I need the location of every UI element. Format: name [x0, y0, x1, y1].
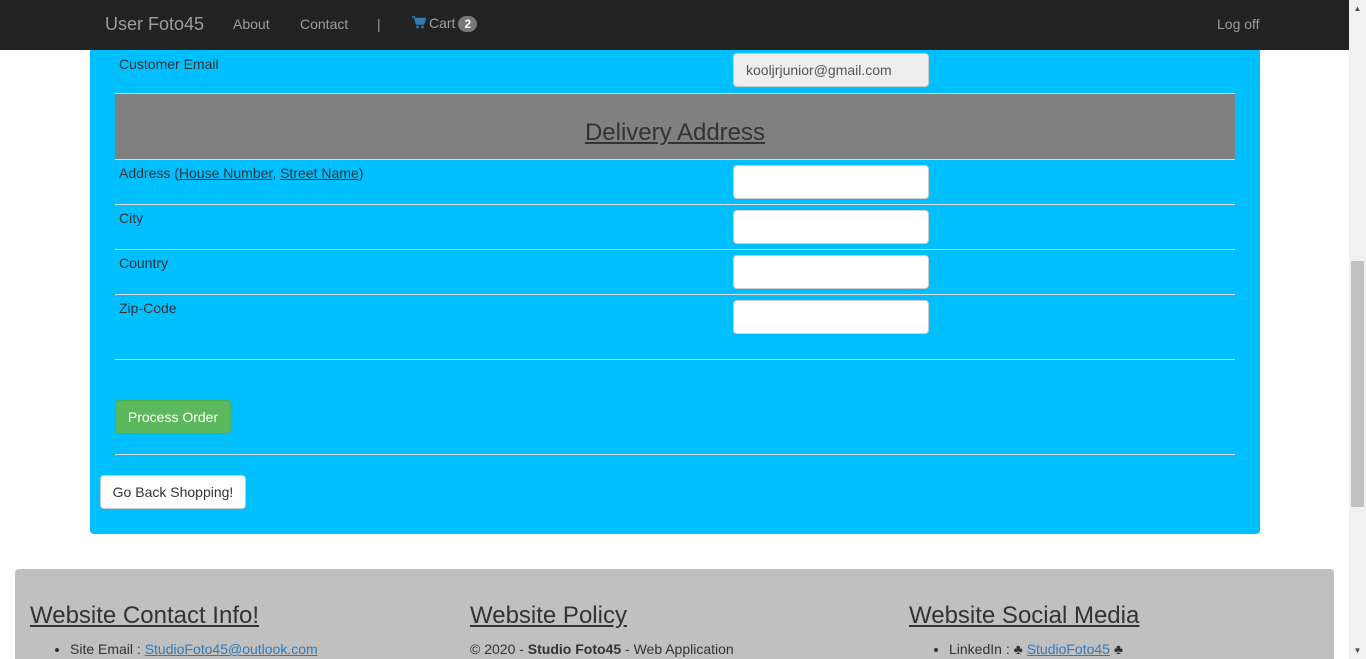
site-email-link[interactable]: StudioFoto45@outlook.com — [145, 641, 318, 657]
city-label: City — [119, 210, 144, 226]
footer-policy-title: Website Policy — [470, 602, 627, 629]
delivery-address-title: Delivery Address — [584, 119, 766, 146]
divider — [115, 359, 1235, 360]
address-row: Address (House Number, Street Name) — [115, 159, 1235, 204]
cart-label: Cart — [429, 15, 456, 31]
process-order-button[interactable]: Process Order — [115, 400, 231, 434]
scroll-up-arrow-icon[interactable]: ▲ — [1349, 0, 1366, 17]
footer-site-email-item: Site Email : StudioFoto45@outlook.com — [70, 641, 318, 657]
club-icon: ♣ — [1113, 641, 1124, 657]
zip-row: Zip-Code — [115, 294, 1235, 359]
nav-cart[interactable]: Cart 2 — [412, 15, 478, 32]
footer-linkedin-item: LinkedIn : ♣ StudioFoto45 ♣ — [949, 641, 1139, 657]
footer-policy-column: Website Policy © 2020 - Studio Foto45 - … — [470, 602, 734, 657]
footer-social-title: Website Social Media — [909, 602, 1140, 629]
vertical-scrollbar[interactable]: ▲ ▼ — [1349, 0, 1366, 659]
city-input[interactable] — [733, 210, 929, 244]
zip-input[interactable] — [733, 300, 929, 334]
site-footer: Website Contact Info! Site Email : Studi… — [15, 569, 1334, 659]
footer-copyright: © 2020 - Studio Foto45 - Web Application — [470, 641, 734, 657]
delivery-address-header: Delivery Address — [115, 93, 1235, 159]
nav-logoff[interactable]: Log off — [1217, 16, 1260, 32]
country-label: Country — [119, 255, 169, 271]
checkout-panel: Customer Email Delivery Address Address … — [90, 20, 1260, 534]
scrollbar-thumb[interactable] — [1351, 261, 1364, 507]
nav-about[interactable]: About — [233, 16, 270, 32]
shopping-cart-icon — [412, 16, 427, 32]
customer-email-label: Customer Email — [119, 56, 219, 72]
footer-contact-column: Website Contact Info! Site Email : Studi… — [30, 602, 318, 657]
zip-label: Zip-Code — [119, 300, 177, 316]
nav-contact[interactable]: Contact — [300, 16, 348, 32]
address-label: Address (House Number, Street Name) — [119, 165, 364, 181]
country-input[interactable] — [733, 255, 929, 289]
address-hint-house-number: House Number — [178, 165, 273, 181]
brand-link[interactable]: User Foto45 — [105, 14, 204, 35]
scroll-down-arrow-icon[interactable]: ▼ — [1349, 642, 1366, 659]
footer-contact-title: Website Contact Info! — [30, 602, 260, 629]
address-hint-street-name: Street Name — [280, 165, 359, 181]
city-row: City — [115, 204, 1235, 249]
footer-social-column: Website Social Media LinkedIn : ♣ Studio… — [909, 602, 1139, 657]
nav-separator: | — [377, 16, 381, 32]
go-back-shopping-button[interactable]: Go Back Shopping! — [100, 475, 246, 509]
cart-count-badge: 2 — [458, 16, 478, 32]
club-icon: ♣ — [1013, 641, 1023, 657]
customer-email-field[interactable] — [733, 53, 929, 87]
linkedin-link[interactable]: StudioFoto45 — [1027, 641, 1110, 657]
top-navbar: User Foto45 About Contact | Cart 2 Log of… — [0, 0, 1349, 50]
divider — [115, 454, 1235, 455]
address-input[interactable] — [733, 165, 929, 199]
country-row: Country — [115, 249, 1235, 294]
